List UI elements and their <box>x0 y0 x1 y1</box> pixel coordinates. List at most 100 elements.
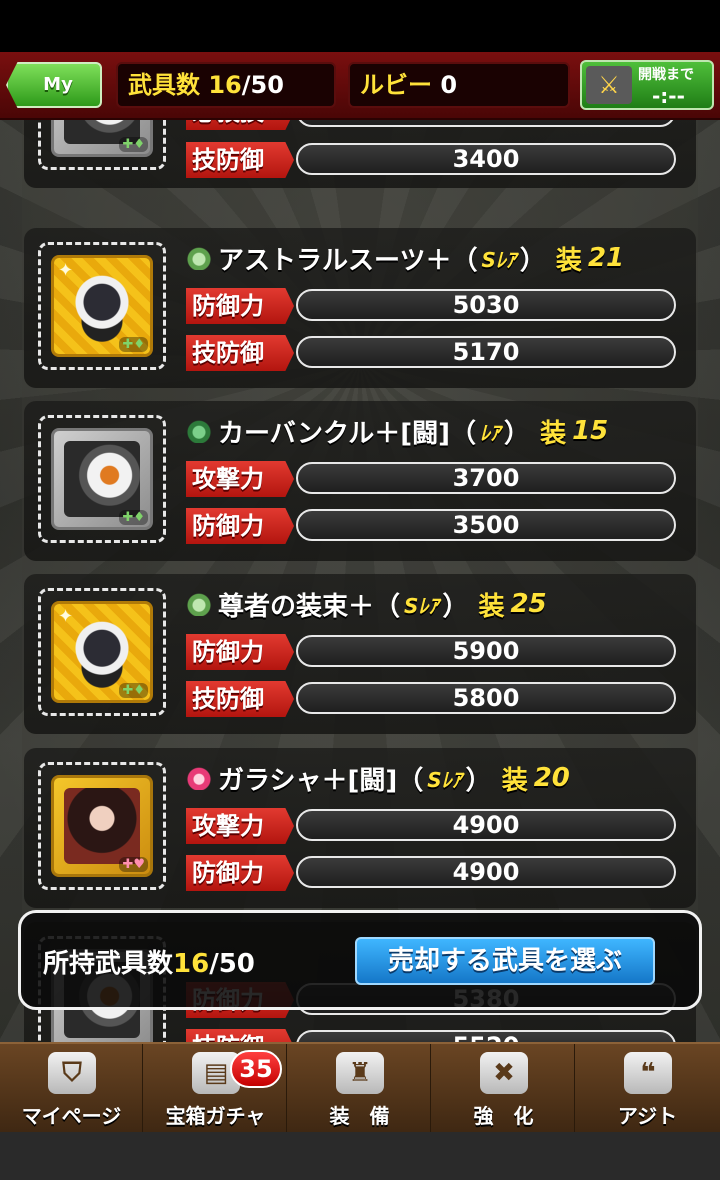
bottom-navigation: ⛉ マイページ ▤ 35 宝箱ガチャ ♜ 装 備 ✖ 強 化 ❝ アジト <box>0 1042 720 1134</box>
stat-row: 技防御 5800 <box>186 681 686 717</box>
equipment-title: 尊者の装束＋ （ Sﾚｱ ） 装 25 <box>186 586 547 622</box>
nav-label: マイページ <box>21 1104 122 1128</box>
paren-close: ） <box>504 418 531 449</box>
stat-row: 防御力 4900 <box>186 855 686 891</box>
owned-label: 所持武具数 <box>43 949 174 979</box>
equipment-thumbnail: ✚♥ <box>51 775 153 877</box>
equipment-thumbnail: ✦ ✚♦ <box>51 601 153 703</box>
stat-label: 防御力 <box>186 855 294 891</box>
equipment-thumbnail-frame: ✦ ✚♦ <box>38 242 166 370</box>
equipment-card[interactable]: ✦ ✚♦ アストラルスーツ＋ （ Sﾚｱ ） 装 21 防御力 5030 技防御… <box>24 228 696 388</box>
equipment-thumbnail-frame: ✚♦ <box>38 415 166 543</box>
crossed-swords-icon: ⚔ <box>586 66 632 104</box>
rarity-label: Sﾚｱ <box>481 247 516 272</box>
nav-label: アジト <box>617 1104 678 1128</box>
owned-weapons-panel: 所持武具数16/50 売却する武具を選ぶ <box>18 910 702 1010</box>
equipment-name: 尊者の装束＋ <box>218 591 375 622</box>
paren-close: ） <box>442 591 469 622</box>
battle-countdown-button[interactable]: ⚔ 開戦まで -:-- <box>580 60 714 110</box>
system-bar <box>0 1132 720 1180</box>
stat-value: 3400 <box>296 143 676 175</box>
rarity-label: ﾚｱ <box>480 420 501 445</box>
paren-close: ） <box>519 245 546 276</box>
type-badge-icon: ✚♦ <box>119 137 148 152</box>
equipment-name: アストラルスーツ＋ <box>218 245 452 276</box>
battle-label: 開戦まで <box>638 67 694 83</box>
equipment-title: アストラルスーツ＋ （ Sﾚｱ ） 装 21 <box>186 240 624 276</box>
equipment-card[interactable]: ✚♥ ガラシャ＋[闘] （ Sﾚｱ ） 装 20 攻撃力 4900 防御力 49… <box>24 748 696 908</box>
stat-value: 5800 <box>296 682 676 714</box>
weapons-label: 武具数 <box>128 71 200 99</box>
rarity-label: Sﾚｱ <box>404 593 439 618</box>
sell-weapons-button[interactable]: 売却する武具を選ぶ <box>355 937 655 985</box>
armor-icon <box>186 592 212 616</box>
stat-label: 技防御 <box>186 335 294 371</box>
equipment-name: カーバンクル＋[闘] <box>218 418 451 449</box>
paren-open: （ <box>397 765 424 796</box>
nav-item-hideout[interactable]: ❝ アジト <box>576 1044 719 1134</box>
equipment-image <box>64 614 140 690</box>
stat-label: 技防御 <box>186 1029 294 1042</box>
equip-label: 装 <box>555 245 582 276</box>
armor-icon: ♜ <box>336 1052 384 1094</box>
paren-close: ） <box>465 765 492 796</box>
weapons-current: 16 <box>208 71 242 99</box>
stat-label: 防御力 <box>186 508 294 544</box>
stat-value: 3700 <box>296 462 676 494</box>
heart-icon <box>186 766 212 790</box>
armor-icon <box>186 419 212 443</box>
paren-open: （ <box>451 245 478 276</box>
shield-icon: ⛉ <box>48 1052 96 1094</box>
stat-row: 攻撃力 4900 <box>186 808 686 844</box>
ruby-label: ルビー <box>360 71 432 99</box>
stat-row: 防御力 5030 <box>186 288 686 324</box>
speech-bubble-icon: ❝ <box>624 1052 672 1094</box>
stat-label: 防御力 <box>186 634 294 670</box>
equipment-title: カーバンクル＋[闘] （ ﾚｱ ） 装 15 <box>186 413 608 449</box>
equipment-thumbnail-frame: ✚♥ <box>38 762 166 890</box>
paren-open: （ <box>450 418 477 449</box>
rarity-label: Sﾚｱ <box>427 767 462 792</box>
equipment-name: ガラシャ＋[闘] <box>218 765 398 796</box>
type-badge-icon: ✚♦ <box>119 683 148 698</box>
nav-item-equipment[interactable]: ♜ 装 備 <box>288 1044 431 1134</box>
equip-value: 25 <box>510 589 547 619</box>
ruby-box: ルビー 0 <box>348 62 570 108</box>
stat-label: 技防御 <box>186 681 294 717</box>
stat-row: 技防御 5520 <box>186 1029 686 1042</box>
equip-value: 15 <box>572 416 609 446</box>
stat-label: 攻撃力 <box>186 808 294 844</box>
owned-max: /50 <box>209 949 255 979</box>
status-bar <box>0 0 720 52</box>
nav-item-mypage[interactable]: ⛉ マイページ <box>0 1044 143 1134</box>
equip-value: 21 <box>587 243 625 273</box>
mypage-button[interactable]: My Page <box>6 62 102 108</box>
stat-value: 5900 <box>296 635 676 667</box>
equip-value: 20 <box>533 763 570 793</box>
equipment-list[interactable]: ✚♦ 必殺技 3600 技防御 3400 ✦ ✚♦ アストラルスーツ＋ （ Sﾚ… <box>0 52 720 1042</box>
equipment-image <box>64 441 140 517</box>
stat-row: 技防御 3400 <box>186 142 686 178</box>
stat-value: 4900 <box>296 856 676 888</box>
stat-value: 4900 <box>296 809 676 841</box>
equipment-card[interactable]: ✦ ✚♦ 尊者の装束＋ （ Sﾚｱ ） 装 25 防御力 5900 技防御 58… <box>24 574 696 734</box>
nav-item-enhance[interactable]: ✖ 強 化 <box>432 1044 575 1134</box>
equipment-image <box>64 788 140 864</box>
equipment-title: ガラシャ＋[闘] （ Sﾚｱ ） 装 20 <box>186 760 570 796</box>
stat-row: 防御力 5900 <box>186 634 686 670</box>
type-badge-icon: ✚♥ <box>119 857 148 872</box>
nav-item-gacha[interactable]: ▤ 35 宝箱ガチャ <box>144 1044 287 1134</box>
stat-value: 5170 <box>296 336 676 368</box>
equipment-thumbnail: ✦ ✚♦ <box>51 255 153 357</box>
nav-label: 装 備 <box>329 1104 390 1128</box>
stat-value: 5520 <box>296 1030 676 1042</box>
ruby-value: 0 <box>440 71 458 99</box>
stat-row: 攻撃力 3700 <box>186 461 686 497</box>
equip-label: 装 <box>501 765 528 796</box>
stat-value: 5030 <box>296 289 676 321</box>
nav-label: 宝箱ガチャ <box>165 1104 266 1128</box>
stat-label: 技防御 <box>186 142 294 178</box>
equipment-card[interactable]: ✚♦ カーバンクル＋[闘] （ ﾚｱ ） 装 15 攻撃力 3700 防御力 3… <box>24 401 696 561</box>
owned-count: 所持武具数16/50 <box>43 943 255 980</box>
nav-label: 強 化 <box>473 1104 534 1128</box>
